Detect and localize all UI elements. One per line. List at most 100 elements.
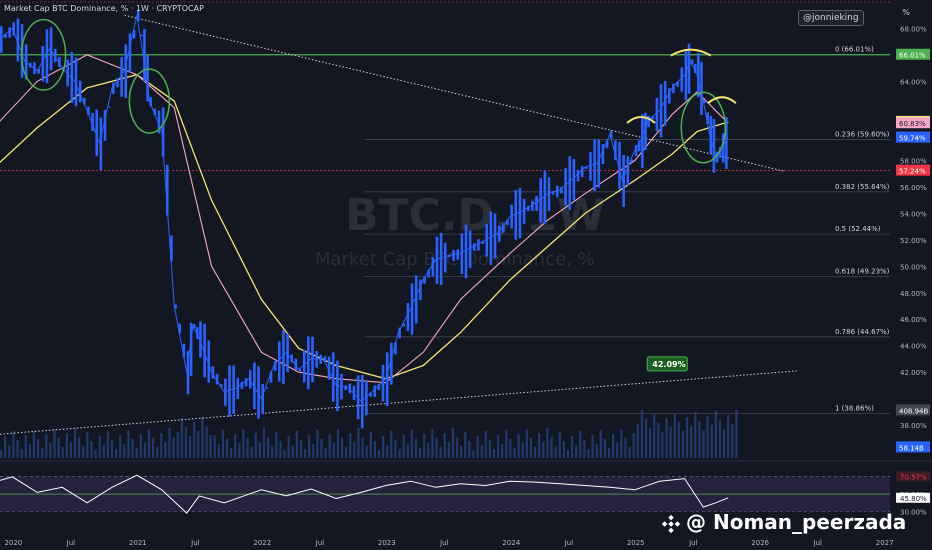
volume-bar (135, 448, 138, 458)
candle (406, 303, 410, 332)
volume-bar (36, 439, 40, 458)
candle (663, 81, 667, 126)
volume-bar (550, 437, 553, 458)
volume-bar (488, 440, 492, 458)
binance-logo-icon (661, 514, 681, 533)
volume-bar (644, 419, 648, 458)
fib-label: 0.786 (44.67%) (835, 328, 890, 336)
candle (381, 364, 385, 402)
volume-bar (299, 440, 303, 458)
y-tick-label: 42.00% (900, 369, 927, 377)
volume-bar (41, 448, 44, 458)
candle (641, 114, 644, 169)
candle (659, 84, 663, 138)
candle (572, 158, 576, 201)
volume-bar (579, 431, 582, 458)
volume-bar (53, 429, 56, 458)
volume-bar (542, 442, 545, 458)
volume-bar (575, 445, 578, 458)
candle (626, 156, 630, 186)
volume-bar (45, 434, 48, 458)
percent-scale-button[interactable]: % (897, 6, 915, 20)
volume-bar (345, 447, 348, 458)
volume-bar (65, 433, 68, 458)
volume-bar (242, 429, 245, 458)
volume-bar (718, 420, 722, 458)
volume-bar (472, 450, 475, 458)
candle (684, 50, 688, 101)
candle (232, 365, 235, 414)
candle (514, 190, 518, 240)
y-tick-label: 50.00% (900, 263, 927, 271)
volume-bar (160, 433, 163, 458)
volume-bar (398, 449, 401, 458)
volume-bar (546, 428, 549, 458)
volume-bar (20, 449, 23, 458)
chart-canvas[interactable]: BTC.D, 1WMarket Cap BTC Dominance, %0 (6… (0, 0, 932, 550)
candle (576, 169, 580, 182)
watermark-text: @ Noman_peerzada (686, 510, 907, 534)
x-tick-label: Jul (688, 539, 698, 547)
volume-bar (661, 432, 664, 458)
volume-bar (147, 429, 151, 458)
volume-bar (681, 431, 685, 458)
price-badge-text: 66.01% (899, 52, 926, 60)
volume-bar (423, 434, 426, 458)
volume-bar (501, 444, 504, 458)
volume-bar (139, 434, 142, 458)
volume-bar (525, 429, 528, 458)
volume-bar (492, 449, 496, 458)
candle (510, 204, 513, 229)
volume-bar (250, 447, 253, 458)
volume-bar (702, 430, 705, 458)
x-tick-label: Jul (315, 539, 325, 547)
candle (485, 224, 489, 257)
volume-bar (727, 415, 730, 458)
candle (597, 139, 601, 188)
volume-bar (0, 450, 3, 458)
volume-bar (373, 441, 376, 458)
volume-bar (291, 445, 294, 458)
candle (460, 233, 464, 274)
candle (497, 225, 501, 242)
volume-bar (587, 449, 590, 458)
candle (8, 27, 11, 38)
volume-bar (119, 435, 122, 458)
volume-bar (714, 411, 717, 458)
volume-bar (562, 441, 565, 458)
volume-bar (451, 428, 455, 458)
volume-bar (316, 430, 319, 458)
candle (224, 378, 227, 407)
volume-bar (320, 439, 323, 458)
volume-bar (558, 432, 561, 458)
candle (124, 44, 128, 99)
y-tick-label: 68.00% (900, 25, 927, 33)
volume-bar (57, 438, 60, 458)
volume-bar (230, 448, 233, 458)
volume-bar (529, 438, 533, 458)
candle (414, 275, 418, 324)
volume-bar (98, 436, 101, 458)
volume-bar (599, 430, 602, 458)
volume-bar (566, 450, 570, 458)
candle (373, 385, 377, 397)
volume-bar (279, 441, 282, 458)
volume-bar (538, 433, 541, 458)
volume-bar (172, 437, 175, 458)
volume-bar (410, 430, 413, 458)
volume-bar (267, 437, 270, 458)
volume-bar (361, 437, 364, 458)
volume-bar (505, 430, 508, 458)
candle (0, 26, 3, 53)
volume-bar (657, 423, 660, 458)
volume-bar (32, 430, 36, 458)
volume-bar (197, 431, 200, 458)
candle (535, 195, 538, 211)
volume-bar (513, 448, 516, 458)
volume-bar (123, 444, 126, 458)
volume-bar (443, 433, 446, 458)
rsi-tick-label: 45.80% (900, 495, 927, 503)
candle (493, 213, 497, 259)
volume-bar (706, 416, 709, 458)
x-tick-label: 2021 (129, 539, 147, 547)
